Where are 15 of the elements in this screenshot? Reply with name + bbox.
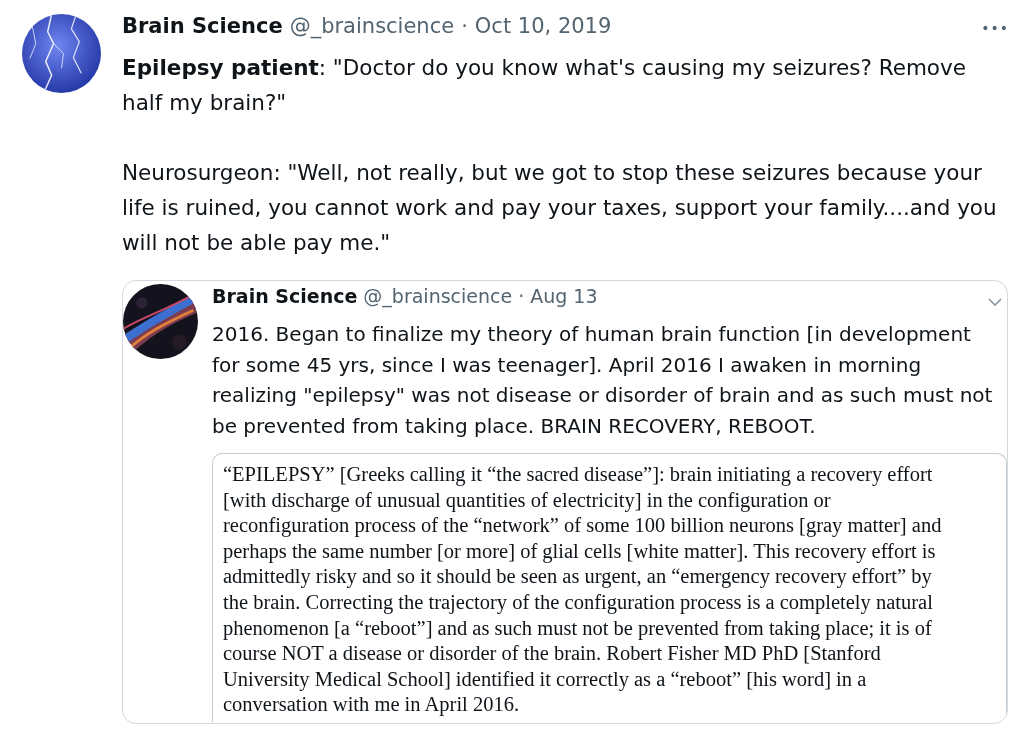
quoted-tweet-card[interactable] [122, 280, 1008, 724]
author-handle[interactable]: @_brainscience [289, 14, 455, 38]
separator-dot: · [518, 285, 525, 307]
document-excerpt: “EPILEPSY” [Greeks calling it “the sacred disease”]: brain initiating a recovery effort [with discharge of unusual quantities of electricity] in the configuration or reconfiguration process of the “network” of some 100 billion neurons [gray matter] and perhaps the same number [or more] of glial cells [white matter]. This recovery effort is admittedly risky and so it should be seen as urgent, an “emergency recovery effort” by the brain. Correcting the trajectory of the configuration process is a completely natural phenomenon [a “reboot”] and as such must not be prevented from taking place; it is of course NOT a disease or disorder of the brain. Robert Fisher MD PhD [Stanford University Medical School] identified it correctly as a “reboot” [his word] in a conversation with me in April 2016. [212, 453, 1007, 722]
chevron-down-icon[interactable] [987, 297, 1003, 307]
tweet-date[interactable]: Aug 13 [530, 285, 598, 307]
author-handle[interactable]: @_brainscience [363, 285, 513, 307]
tweet-date[interactable]: Oct 10, 2019 [474, 14, 612, 38]
author-name[interactable]: Brain Science [212, 285, 358, 307]
quoted-tweet-text: 2016. Began to finalize my theory of human brain function [in development for some 45 yrs, since I was teenager]. April 2016 I awaken in morning realizing "epilepsy" was not disease or disorder of brain and as such must not be prevented from taking place. BRAIN RECOVERY, REBOOT. [212, 321, 994, 440]
tweet-text: Epilepsy patient: "Doctor do you know what's causing my seizures? Remove half my brain?" [122, 54, 967, 117]
author-name[interactable]: Brain Science [122, 14, 283, 38]
separator-dot: · [461, 14, 468, 38]
more-button[interactable]: ••• [981, 20, 1009, 36]
tweet-text: Neurosurgeon: "Well, not really, but we got to stop these seizures because your life is ruined, you cannot work and pay your taxes, support your family....and you will not be able pay me." [122, 159, 998, 257]
